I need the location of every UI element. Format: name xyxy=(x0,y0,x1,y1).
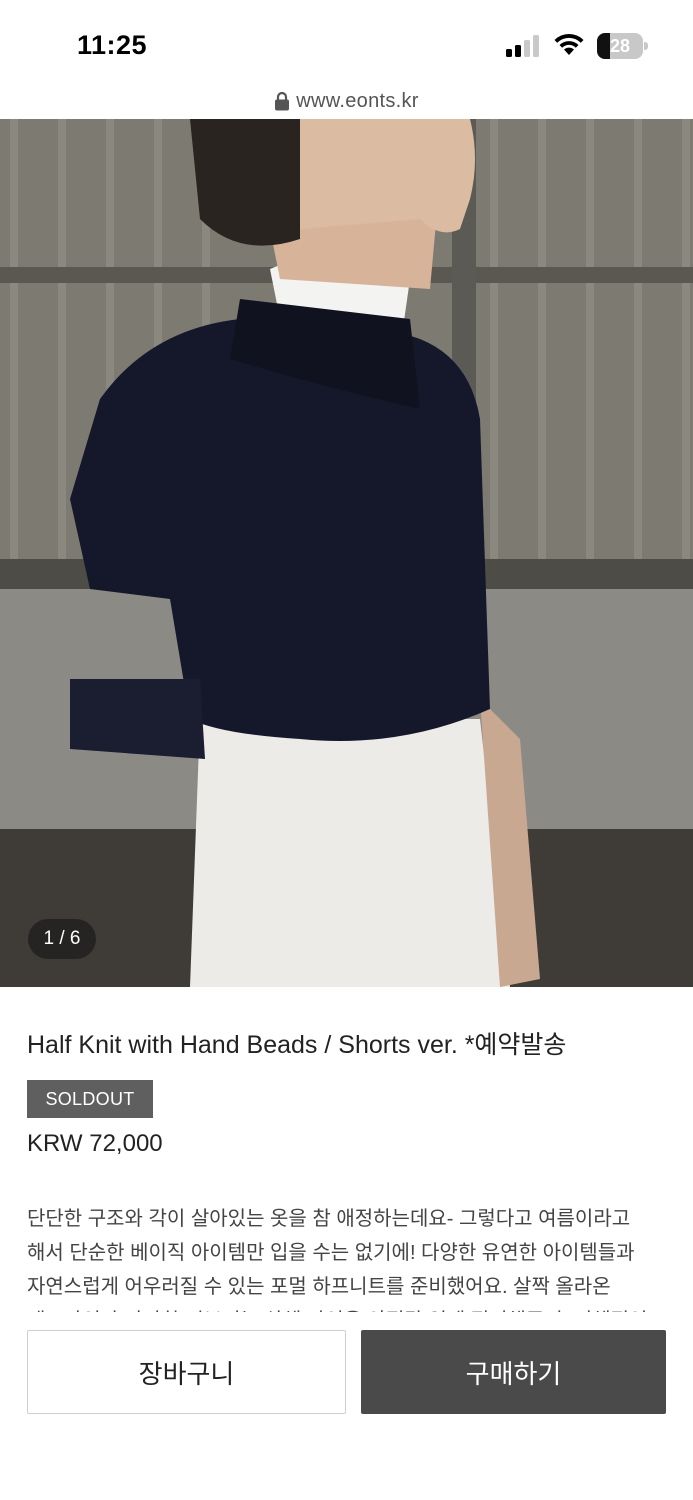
product-image[interactable]: 1 / 6 xyxy=(0,119,693,987)
sleeve-cuff xyxy=(70,679,205,759)
product-title: Half Knit with Hand Beads / Shorts ver. … xyxy=(27,1031,567,1059)
image-counter: 1 / 6 xyxy=(28,919,96,959)
battery-cap xyxy=(644,42,648,50)
signal-icon xyxy=(506,35,539,57)
status-bar: 11:25 28 xyxy=(0,0,693,84)
lock-icon xyxy=(275,91,290,111)
battery-level: 28 xyxy=(609,36,631,56)
battery-icon: 28 xyxy=(597,33,649,59)
product-price: KRW 72,000 xyxy=(27,1130,163,1157)
product-photo xyxy=(0,119,693,987)
url-text: www.eonts.kr xyxy=(296,89,419,112)
status-time: 11:25 xyxy=(77,30,148,60)
white-dress xyxy=(190,719,510,987)
face xyxy=(300,119,475,233)
product-description: 단단한 구조와 각이 살아있는 옷을 참 애정하는데요- 그렇다고 여름이라고 … xyxy=(27,1208,647,1312)
wifi-icon xyxy=(554,33,584,55)
cart-button[interactable]: 장바구니 xyxy=(27,1330,346,1414)
battery-body: 28 xyxy=(597,33,643,59)
bottom-action-bar: 장바구니 구매하기 xyxy=(0,1312,693,1500)
buy-button[interactable]: 구매하기 xyxy=(361,1330,666,1414)
soldout-badge: SOLDOUT xyxy=(27,1080,153,1118)
url-bar[interactable]: www.eonts.kr xyxy=(0,84,693,118)
